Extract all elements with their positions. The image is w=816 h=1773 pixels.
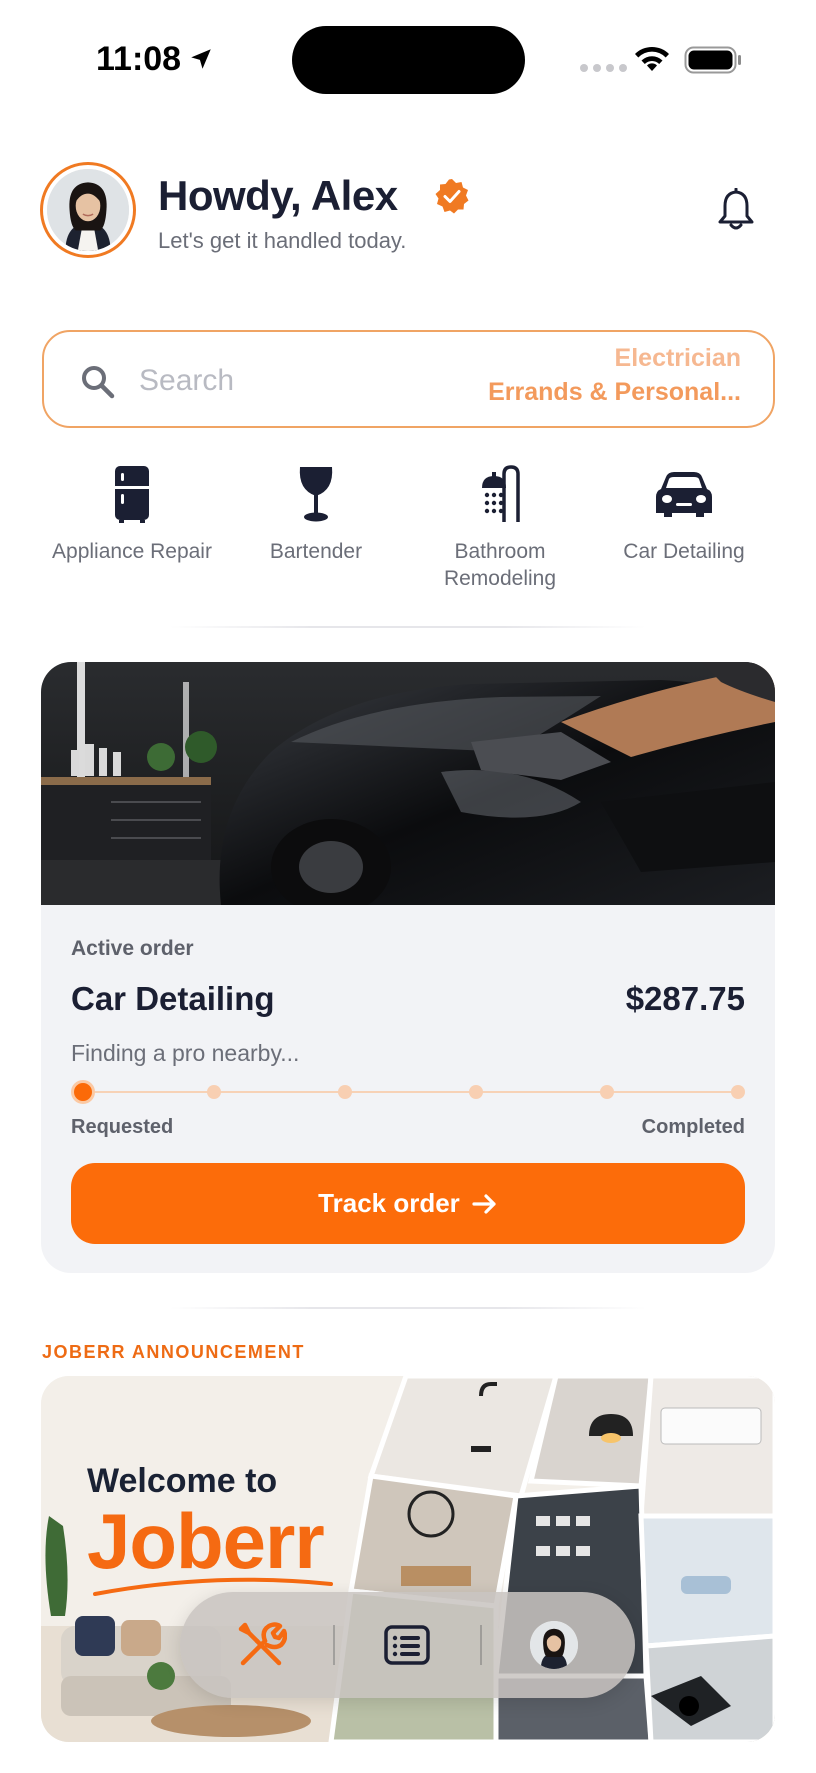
track-order-button[interactable]: Track order — [71, 1163, 745, 1244]
verified-badge-icon — [435, 179, 469, 214]
progress-end-label: Completed — [641, 1116, 745, 1138]
tab-orders[interactable] — [377, 1615, 437, 1675]
car-icon — [656, 472, 712, 517]
order-status: Finding a pro nearby... — [71, 1040, 300, 1066]
greeting-subtitle: Let's get it handled today. — [158, 228, 407, 253]
progress-step-current — [71, 1080, 95, 1104]
car-detailing-photo — [41, 662, 775, 905]
status-bar: 11:08 — [0, 0, 816, 120]
section-divider — [170, 1307, 646, 1309]
arrow-right-icon — [472, 1193, 496, 1214]
search-suggestion: Electrician — [614, 344, 741, 372]
order-price: $287.75 — [625, 980, 745, 1017]
category-car-detailing[interactable]: Car Detailing — [592, 462, 776, 592]
track-order-label: Track order — [318, 1188, 460, 1218]
progress-step — [600, 1085, 614, 1099]
user-avatar[interactable] — [40, 162, 136, 258]
order-label: Active order — [71, 937, 194, 960]
list-icon — [384, 1625, 431, 1665]
announcement-brand: Joberr — [87, 1497, 325, 1585]
tools-icon — [238, 1622, 288, 1666]
progress-step — [207, 1085, 221, 1099]
active-order-card[interactable]: Active order Car Detailing $287.75 Findi… — [41, 662, 775, 1273]
location-arrow-icon — [191, 49, 211, 69]
search-input[interactable]: Search — [139, 364, 234, 398]
bottom-tab-bar — [180, 1592, 635, 1698]
user-avatar-image — [47, 169, 129, 251]
order-progress — [71, 1080, 745, 1104]
tab-profile[interactable] — [524, 1615, 584, 1675]
category-bartender[interactable]: Bartender — [224, 462, 408, 592]
category-label: Car Detailing — [623, 540, 745, 563]
announcement-section-label: JOBERR ANNOUNCEMENT — [42, 1342, 305, 1362]
progress-step — [338, 1085, 352, 1099]
search-suggestion: Errands & Personal... — [488, 378, 741, 406]
bell-icon[interactable] — [716, 188, 756, 232]
refrigerator-icon — [115, 466, 149, 523]
battery-icon — [684, 46, 741, 74]
dynamic-island — [292, 26, 525, 94]
category-list: Appliance Repair Bartender Bathroom Remo… — [40, 462, 776, 592]
shower-icon — [482, 465, 520, 522]
category-label: Bathroom Remodeling — [443, 540, 557, 590]
category-bathroom-remodeling[interactable]: Bathroom Remodeling — [408, 462, 592, 592]
progress-step — [469, 1085, 483, 1099]
tab-separator — [333, 1625, 336, 1665]
progress-track — [81, 1091, 737, 1093]
search-bar[interactable]: Search Electrician Errands & Personal... — [42, 330, 775, 428]
wine-glass-icon — [299, 467, 333, 522]
category-appliance-repair[interactable]: Appliance Repair — [40, 462, 224, 592]
signal-dots-icon — [580, 64, 627, 72]
search-icon — [82, 366, 115, 399]
greeting-title: Howdy, Alex — [158, 172, 398, 219]
wifi-icon — [635, 46, 669, 71]
tab-services[interactable] — [231, 1615, 291, 1675]
progress-step — [731, 1085, 745, 1099]
profile-avatar — [529, 1621, 578, 1669]
status-time: 11:08 — [96, 40, 182, 78]
category-label: Bartender — [269, 540, 363, 563]
tab-separator — [479, 1625, 482, 1665]
category-label: Appliance Repair — [52, 540, 212, 563]
section-divider — [170, 626, 646, 628]
order-service-title: Car Detailing — [71, 980, 275, 1017]
progress-start-label: Requested — [71, 1116, 174, 1138]
